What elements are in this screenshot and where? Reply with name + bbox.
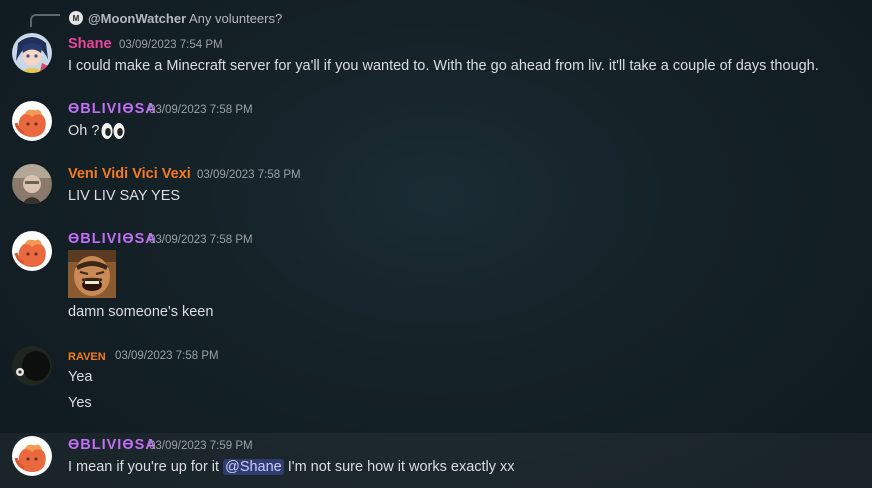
timestamp[interactable]: 03/09/2023 7:58 PM — [149, 104, 253, 116]
message-text-end: I'm not sure how it works exactly xx — [283, 459, 515, 475]
reply-avatar[interactable]: M — [69, 11, 83, 25]
author-name[interactable]: Veni Vidi Vici Vexi — [68, 166, 191, 182]
message-text: damn someone's keen — [68, 304, 214, 320]
author-name[interactable]: ƟBLIVIƟSA — [68, 437, 157, 453]
message[interactable]: RAVEN 03/09/2023 7:58 PM Yea Yes — [0, 345, 872, 425]
author-name[interactable]: ƟBLIVIƟSA — [68, 231, 157, 247]
reply-connector — [30, 14, 60, 27]
timestamp[interactable]: 03/09/2023 7:58 PM — [115, 350, 219, 362]
message-text: Oh ? — [68, 123, 100, 139]
timestamp[interactable]: 03/09/2023 7:58 PM — [149, 234, 253, 246]
timestamp[interactable]: 03/09/2023 7:58 PM — [197, 169, 301, 181]
reply-author[interactable]: @MoonWatcher — [88, 11, 186, 26]
author-name[interactable]: RAVEN — [68, 351, 106, 363]
avatar[interactable] — [12, 101, 52, 141]
avatar[interactable] — [12, 346, 52, 386]
message[interactable]: Shane 03/09/2023 7:54 PM I could make a … — [0, 32, 872, 84]
author-name[interactable]: Shane — [68, 36, 112, 52]
message[interactable]: Veni Vidi Vici Vexi 03/09/2023 7:58 PM L… — [0, 162, 872, 214]
eyes-emoji[interactable] — [101, 122, 125, 140]
message-text: I mean if you're up for it @Shane I'm no… — [68, 459, 515, 475]
message[interactable]: ƟBLIVIƟSA 03/09/2023 7:59 PM I mean if y… — [0, 433, 872, 488]
message[interactable]: ƟBLIVIƟSA 03/09/2023 7:58 PM damn someon… — [0, 227, 872, 327]
laughing-man-emote[interactable] — [68, 250, 116, 298]
avatar[interactable] — [12, 164, 52, 204]
message-text: Yea — [68, 369, 93, 385]
timestamp[interactable]: 03/09/2023 7:54 PM — [119, 39, 223, 51]
message-text: LIV LIV SAY YES — [68, 188, 181, 204]
message[interactable]: ƟBLIVIƟSA 03/09/2023 7:58 PM Oh ? — [0, 97, 872, 149]
avatar[interactable] — [12, 436, 52, 476]
message-text: Yes — [68, 395, 92, 411]
reply-text[interactable]: Any volunteers? — [189, 11, 282, 26]
message-text: I could make a Minecraft server for ya'l… — [68, 58, 819, 74]
author-name[interactable]: ƟBLIVIƟSA — [68, 101, 157, 117]
timestamp[interactable]: 03/09/2023 7:59 PM — [149, 440, 253, 452]
avatar[interactable] — [12, 33, 52, 73]
mention-shane[interactable]: @Shane — [223, 459, 284, 475]
message-text-start: I mean if you're up for it — [68, 459, 224, 475]
avatar[interactable] — [12, 231, 52, 271]
